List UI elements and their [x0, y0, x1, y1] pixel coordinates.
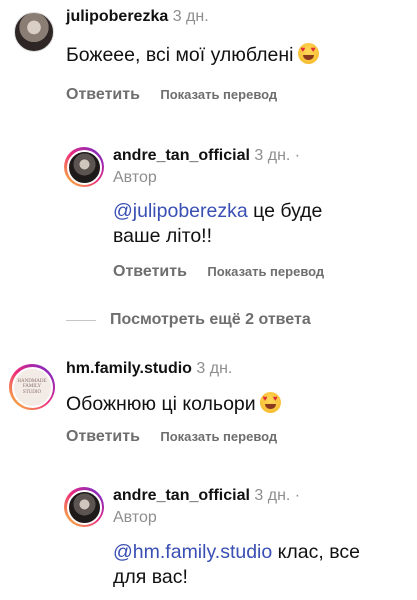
timestamp: 3 дн.	[172, 8, 209, 25]
heart-eyes-emoji-icon	[297, 43, 319, 64]
comment-actions: Ответить Показать перевод	[66, 428, 277, 446]
comment-meta: julipoberezka 3 дн.	[66, 8, 209, 26]
comment-body: Божеее, всі мої улюблені	[66, 44, 294, 66]
timestamp: 3 дн.	[196, 360, 233, 377]
comment-body-line2: ваше літо!!	[113, 225, 212, 247]
comment-body-line2: для вас!	[113, 566, 188, 588]
heart-eyes-emoji-icon	[259, 392, 281, 413]
divider-line	[66, 319, 96, 321]
timestamp: 3 дн. ·	[254, 487, 301, 504]
logo-text-line1: HANDMADE	[17, 378, 47, 384]
comment-text: Божеее, всі мої улюблені	[66, 43, 319, 68]
author-label: Автор	[113, 509, 157, 526]
show-translation-button[interactable]: Показать перевод	[160, 429, 277, 444]
username[interactable]: hm.family.studio	[66, 360, 192, 377]
reply-button[interactable]: Ответить	[66, 428, 140, 445]
author-label: Автор	[113, 169, 157, 186]
username[interactable]: andre_tan_official	[113, 147, 250, 164]
avatar[interactable]: HANDMADE FAMILY STUDIO	[9, 364, 55, 410]
username[interactable]: julipoberezka	[66, 8, 168, 25]
comment-actions: Ответить Показать перевод	[113, 263, 324, 281]
mention-link[interactable]: @julipoberezka	[113, 200, 248, 222]
comment-meta: andre_tan_official 3 дн. ·	[113, 487, 300, 505]
avatar[interactable]	[64, 487, 104, 527]
reply-button[interactable]: Ответить	[66, 86, 140, 103]
username[interactable]: andre_tan_official	[113, 487, 250, 504]
comment-body-line1: це буде	[247, 200, 323, 222]
comment-text: @hm.family.studio клас, все для вас!	[113, 540, 413, 590]
comment-meta: hm.family.studio 3 дн.	[66, 360, 232, 378]
comment-text: @julipoberezka це буде ваше літо!!	[113, 199, 403, 249]
logo-text-line2: FAMILY STUDIO	[22, 384, 42, 395]
comment-meta: andre_tan_official 3 дн. ·	[113, 147, 300, 165]
reply-button[interactable]: Ответить	[113, 263, 187, 280]
comment-actions: Ответить Показать перевод	[66, 86, 277, 104]
avatar[interactable]	[14, 12, 54, 52]
comment-body-line1: клас, все	[272, 541, 360, 563]
mention-link[interactable]: @hm.family.studio	[113, 541, 272, 563]
studio-logo: HANDMADE FAMILY STUDIO	[14, 379, 51, 396]
view-more-replies-button[interactable]: Посмотреть ещё 2 ответа	[66, 311, 311, 329]
comment-text: Обожнюю ці кольори	[66, 392, 281, 417]
comment-body: Обожнюю ці кольори	[66, 393, 256, 415]
timestamp: 3 дн. ·	[254, 147, 301, 164]
avatar[interactable]	[64, 147, 104, 187]
show-translation-button[interactable]: Показать перевод	[207, 264, 324, 279]
show-translation-button[interactable]: Показать перевод	[160, 87, 277, 102]
view-more-replies-label: Посмотреть ещё 2 ответа	[110, 311, 311, 328]
